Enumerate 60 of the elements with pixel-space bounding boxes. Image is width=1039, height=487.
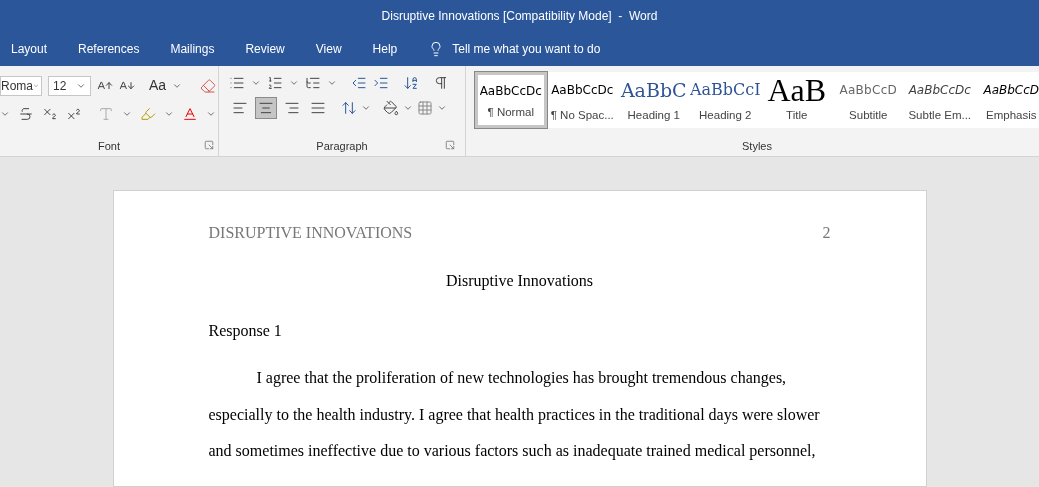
ribbon-tab[interactable]: Mailings xyxy=(170,39,215,58)
ribbon-tab[interactable]: View xyxy=(315,39,342,58)
font-size-field[interactable]: 12 xyxy=(48,75,91,96)
dialog-launcher-icon[interactable] xyxy=(445,139,455,150)
bullets-icon[interactable] xyxy=(229,75,245,91)
group-label: Styles xyxy=(742,138,772,154)
subscript-icon[interactable] xyxy=(42,106,58,122)
align-button[interactable] xyxy=(255,97,277,119)
pilcrow-icon[interactable] xyxy=(433,75,449,91)
dropdown-caret-icon[interactable] xyxy=(437,103,447,113)
dropdown-caret-icon[interactable] xyxy=(289,78,299,88)
increase-indent-icon[interactable] xyxy=(373,75,389,91)
ribbon-tab[interactable]: Help xyxy=(372,39,398,58)
dialog-launcher-icon[interactable] xyxy=(204,139,214,150)
shading-icon[interactable] xyxy=(383,100,399,116)
highlighter-icon[interactable] xyxy=(140,106,156,122)
style-option[interactable]: AaBbCcDc Subtle Em... xyxy=(904,72,976,128)
numbering-icon[interactable] xyxy=(267,75,283,91)
dropdown-caret-icon[interactable] xyxy=(361,103,371,113)
sort-icon[interactable] xyxy=(403,75,419,91)
font-color-icon[interactable] xyxy=(182,106,198,122)
style-option[interactable]: AaBbCcD Subtitle xyxy=(832,72,904,128)
body-paragraph: I agree that the proliferation of new technologies has brought tremendous changes, especially to the health industry. I agree that health practices in the traditional days were slower and sometimes ineffective due to various factors such as inadequate trained medical personnel, xyxy=(208,368,821,462)
eraser-icon[interactable] xyxy=(200,77,217,94)
tell-me-field[interactable]: Tell me what you want to do xyxy=(452,39,653,58)
style-option[interactable]: AaBbCcI Heading 2 xyxy=(689,72,761,128)
align-center-icon xyxy=(258,100,274,116)
running-header: DISRUPTIVE INNOVATIONS xyxy=(208,223,413,243)
align-right-icon xyxy=(284,100,300,116)
dropdown-caret-icon[interactable] xyxy=(403,103,413,113)
align-justify-icon xyxy=(310,100,326,116)
ribbon-tab[interactable]: Layout xyxy=(11,39,48,58)
ribbon-tab[interactable]: References xyxy=(78,39,140,58)
group-label: Font xyxy=(98,138,120,154)
style-option[interactable]: AaBbCcDc ¶ No Spac... xyxy=(546,72,618,128)
group-label: Paragraph xyxy=(316,138,368,154)
ribbon-tab[interactable]: Review xyxy=(245,39,285,58)
dropdown-caret-icon[interactable] xyxy=(327,78,337,88)
style-option[interactable]: AaB Title xyxy=(761,72,833,128)
decrease-indent-icon[interactable] xyxy=(351,75,367,91)
dropdown-caret-icon[interactable] xyxy=(122,109,132,119)
dropdown-caret-icon[interactable] xyxy=(164,109,174,119)
style-option[interactable]: AaBbCcDc ¶ Normal xyxy=(475,72,547,128)
font-name-field[interactable]: Roma xyxy=(0,75,42,96)
change-case-button[interactable]: Aa xyxy=(149,75,167,96)
section-heading: Response 1 xyxy=(208,322,282,339)
strikethrough-icon[interactable] xyxy=(18,106,34,122)
multilevel-list-icon[interactable] xyxy=(305,75,321,91)
window-title: Disruptive Innovations [Compatibility Mode] - Word xyxy=(381,7,658,25)
style-option[interactable]: AaBbC Heading 1 xyxy=(618,72,690,128)
dropdown-caret-icon[interactable] xyxy=(0,109,10,119)
dropdown-caret-icon[interactable] xyxy=(251,78,261,88)
superscript-icon[interactable] xyxy=(66,106,82,122)
align-left-icon xyxy=(232,100,248,116)
page-number: 2 xyxy=(822,223,831,243)
style-option[interactable]: AaBbCcD Emphasis xyxy=(975,72,1039,128)
line-spacing-icon[interactable] xyxy=(341,100,357,116)
dropdown-caret-icon[interactable] xyxy=(206,109,216,119)
document-title: Disruptive Innovations xyxy=(445,272,594,289)
borders-icon[interactable] xyxy=(417,100,433,116)
